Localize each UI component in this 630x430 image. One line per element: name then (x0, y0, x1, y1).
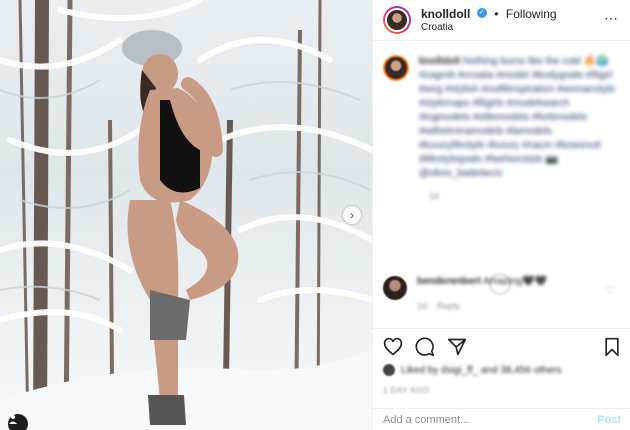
caption: knolldoll Nothing burns like the cold 🔥🌍… (383, 55, 621, 181)
chevron-right-icon: › (350, 208, 354, 222)
location-link[interactable]: Croatia (421, 21, 557, 34)
share-icon[interactable] (447, 337, 467, 357)
comments-area: knolldoll Nothing burns like the cold 🔥🌍… (373, 41, 630, 311)
commenter-avatar[interactable] (383, 276, 407, 300)
commenter-username[interactable]: benderenbert (417, 276, 481, 287)
comment-text: Amazing🖤🖤 (483, 276, 547, 287)
follow-button[interactable]: Following (506, 7, 557, 21)
comment-input[interactable] (383, 413, 598, 426)
caption-text: Nothing burns like the cold 🔥🌍 #zagreb #… (419, 56, 616, 179)
author-username[interactable]: knolldoll (421, 7, 470, 21)
comment-like-icon[interactable]: ♡ (605, 284, 615, 297)
post-timestamp: 1 DAY AGO (383, 386, 430, 395)
comment-item: benderenbert Amazing🖤🖤 1d Reply ♡ (373, 276, 630, 311)
likes-text: Liked by dsigi_ff_ and 38,456 others (401, 364, 562, 376)
snow-forest-scene (0, 0, 372, 430)
separator: • (494, 6, 499, 21)
heart-icon[interactable] (383, 337, 403, 357)
likes-summary[interactable]: Liked by dsigi_ff_ and 38,456 others (383, 364, 562, 376)
add-comment-bar: Post (373, 408, 630, 430)
bookmark-icon[interactable] (603, 337, 621, 357)
more-options-icon[interactable]: ⋯ (604, 10, 619, 27)
post-comment-button[interactable]: Post (597, 414, 621, 426)
comment-icon[interactable] (415, 337, 435, 357)
caption-time: 1d (429, 191, 440, 201)
comment-time: 1d (417, 301, 428, 311)
post-photo[interactable]: › (0, 0, 372, 430)
carousel-next-button[interactable]: › (343, 206, 361, 224)
post-side-panel: knolldoll ✓ • Following Croatia ⋯ knolld… (372, 0, 630, 430)
verified-badge-icon: ✓ (476, 8, 487, 19)
author-avatar[interactable] (383, 6, 411, 34)
caption-avatar[interactable] (383, 55, 409, 81)
liker-avatar (383, 364, 395, 376)
caption-username[interactable]: knolldoll (419, 56, 460, 67)
post-actions (373, 328, 630, 364)
user-tag-icon[interactable] (8, 414, 28, 430)
post-header: knolldoll ✓ • Following Croatia ⋯ (373, 0, 630, 41)
comment-reply-button[interactable]: Reply (437, 301, 460, 311)
